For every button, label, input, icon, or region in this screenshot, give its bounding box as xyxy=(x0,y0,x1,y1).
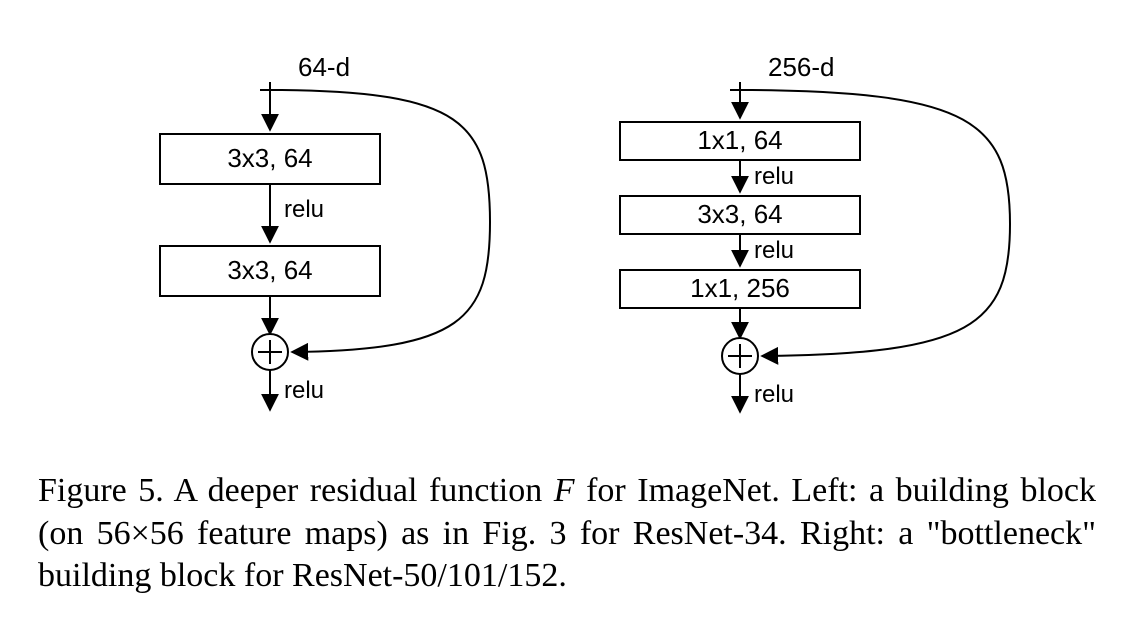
right-input-label: 256-d xyxy=(768,52,835,82)
right-add-node xyxy=(722,338,758,374)
left-input-label: 64-d xyxy=(298,52,350,82)
right-relu-3: relu xyxy=(754,381,794,408)
figure-canvas: 64-d 3x3, 64 relu 3x3, 64 relu xyxy=(0,0,1134,636)
left-diagram: 64-d 3x3, 64 relu 3x3, 64 relu xyxy=(120,52,540,452)
caption-F: F xyxy=(554,472,575,509)
left-layer-1-text: 3x3, 64 xyxy=(227,143,312,173)
right-relu-1: relu xyxy=(754,163,794,190)
right-diagram: 256-d 1x1, 64 relu 3x3, 64 relu 1x1, 256… xyxy=(570,52,1050,452)
left-relu-1: relu xyxy=(284,196,324,223)
right-layer-3-text: 1x1, 256 xyxy=(690,273,790,303)
figure-caption: Figure 5. A deeper residual function F f… xyxy=(38,470,1096,598)
right-relu-2: relu xyxy=(754,237,794,264)
caption-pre: Figure 5. A deeper residual function xyxy=(38,472,554,509)
right-layer-2-text: 3x3, 64 xyxy=(697,199,782,229)
left-relu-2: relu xyxy=(284,377,324,404)
left-add-node xyxy=(252,334,288,370)
left-layer-2-text: 3x3, 64 xyxy=(227,255,312,285)
right-layer-1-text: 1x1, 64 xyxy=(697,125,782,155)
